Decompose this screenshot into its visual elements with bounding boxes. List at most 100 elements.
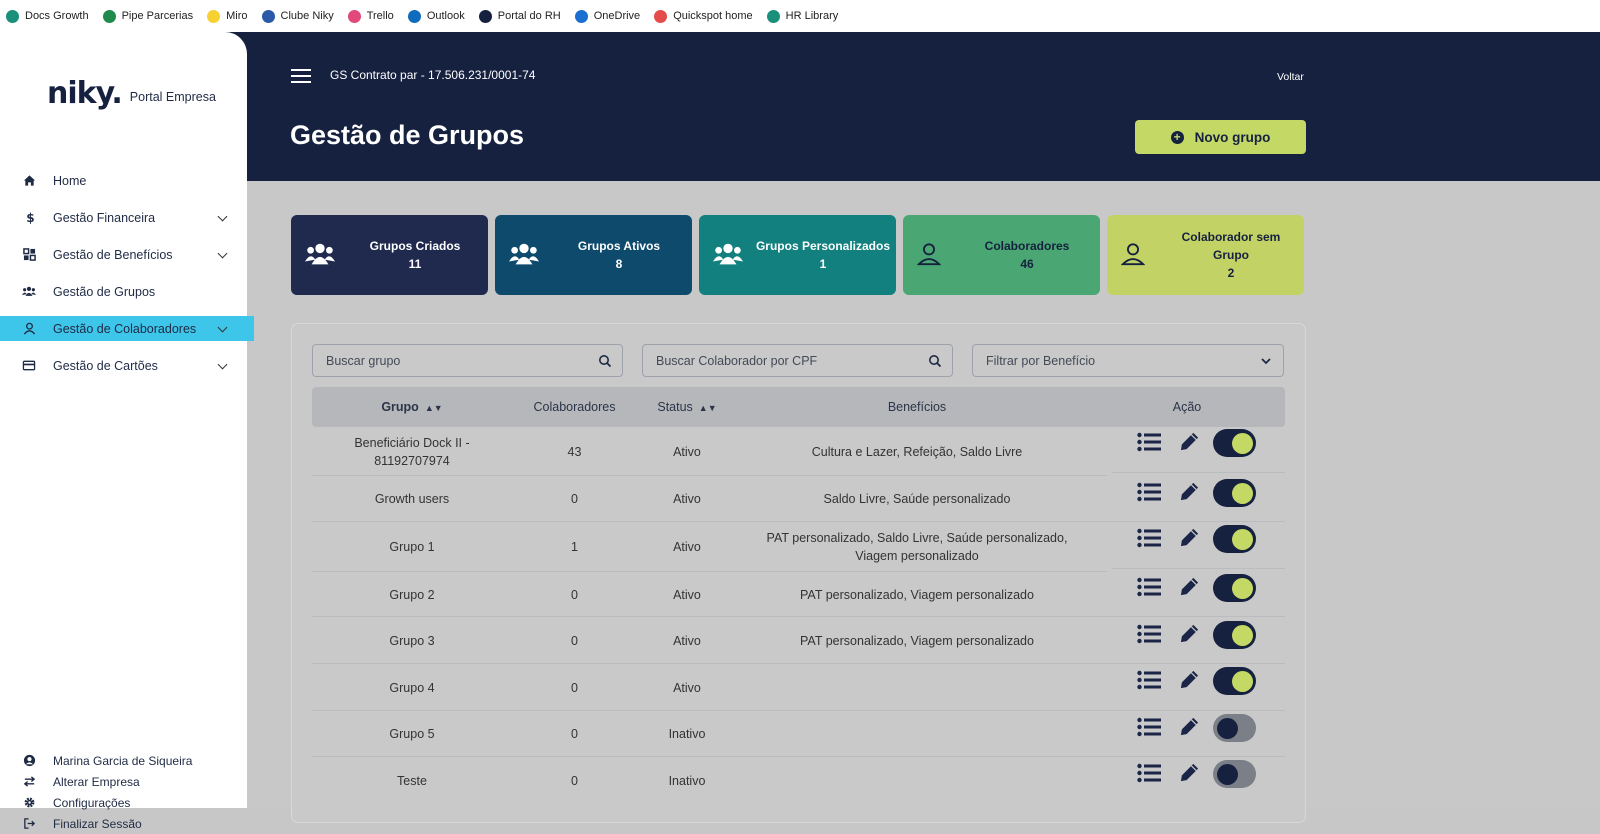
clube-niky-icon xyxy=(261,9,275,23)
status-toggle[interactable] xyxy=(1213,621,1256,649)
chevron-down-icon[interactable] xyxy=(217,322,228,333)
cell-status: Ativo xyxy=(673,681,701,695)
bookmark-8[interactable]: Quickspot home xyxy=(654,9,753,23)
footer-item-2[interactable]: Configurações xyxy=(22,792,192,813)
bookmark-3[interactable]: Clube Niky xyxy=(261,9,334,23)
new-group-button[interactable]: + Novo grupo xyxy=(1135,120,1306,154)
list-icon[interactable] xyxy=(1137,432,1161,455)
users-icon xyxy=(713,241,743,267)
row-actions xyxy=(1137,714,1256,742)
edit-icon[interactable] xyxy=(1179,431,1200,455)
edit-icon[interactable] xyxy=(1179,716,1200,740)
sort-icon[interactable]: ▲▼ xyxy=(699,403,717,413)
bookmark-label: Pipe Parcerias xyxy=(121,10,194,22)
list-icon[interactable] xyxy=(1137,763,1161,786)
card-value: 46 xyxy=(1020,257,1034,271)
list-icon[interactable] xyxy=(1137,717,1161,740)
bookmark-1[interactable]: Pipe Parcerias xyxy=(102,9,194,23)
status-toggle[interactable] xyxy=(1213,574,1256,602)
card-text: Grupos Ativos 8 xyxy=(550,215,688,295)
card-label: Grupos Criados xyxy=(369,239,461,253)
card-label: Colaboradores xyxy=(984,239,1070,253)
sidebar-item-2[interactable]: Gestão de Benefícios xyxy=(0,236,247,273)
edit-icon[interactable] xyxy=(1179,481,1200,505)
sidebar-item-5[interactable]: Gestão de Cartões xyxy=(0,347,247,384)
docs-growth-icon xyxy=(6,9,19,23)
search-group-input[interactable]: Buscar grupo xyxy=(312,344,623,377)
card-value: 8 xyxy=(615,257,623,271)
cell-collaborators: 1 xyxy=(571,540,578,554)
sidebar-nav: Home $ Gestão Financeira Gestão de Benefíci… xyxy=(0,162,254,384)
status-toggle[interactable] xyxy=(1213,667,1256,695)
toggle-knob xyxy=(1232,482,1253,504)
status-toggle[interactable] xyxy=(1213,760,1256,788)
header-collaborators: Colaboradores xyxy=(533,400,616,414)
summary-card-3: Colaboradores 46 xyxy=(903,215,1100,295)
footer-item-0[interactable]: Marina Garcia de Siqueira xyxy=(22,750,192,771)
row-divider xyxy=(1112,472,1285,473)
chevron-down-icon[interactable] xyxy=(217,211,228,222)
cell-collaborators: 0 xyxy=(571,727,578,741)
status-toggle[interactable] xyxy=(1213,429,1256,457)
search-icon xyxy=(929,355,942,368)
cell-group: Grupo 2 xyxy=(389,588,435,602)
benefit-filter-select[interactable]: Filtrar por Benefício xyxy=(972,344,1284,377)
menu-icon[interactable] xyxy=(291,69,311,83)
bookmark-9[interactable]: HR Library xyxy=(766,9,838,23)
back-link[interactable]: Voltar xyxy=(1277,71,1304,83)
card-text: Colaboradores 46 xyxy=(958,215,1096,295)
sidebar-item-label: Gestão de Grupos xyxy=(53,284,156,299)
bookmark-0[interactable]: Docs Growth xyxy=(6,9,89,23)
bookmark-2[interactable]: Miro xyxy=(207,9,248,23)
users-icon xyxy=(509,241,539,267)
bookmark-label: Quickspot home xyxy=(673,10,753,22)
list-icon[interactable] xyxy=(1137,670,1161,693)
row-actions xyxy=(1137,429,1256,457)
bookmark-7[interactable]: OneDrive xyxy=(574,9,641,23)
users-icon xyxy=(22,285,36,299)
footer-item-label: Finalizar Sessão xyxy=(53,816,142,831)
sidebar-item-3[interactable]: Gestão de Grupos xyxy=(0,273,247,310)
cell-benefits: PAT personalizado, Saldo Livre, Saúde pe… xyxy=(766,531,1068,563)
gear-icon xyxy=(22,796,36,810)
outlook-icon xyxy=(407,9,421,23)
list-icon[interactable] xyxy=(1137,624,1161,647)
table-row: Beneficiário Dock II - 81192707974 43 Ativ… xyxy=(312,427,1285,476)
bookmark-6[interactable]: Portal do RH xyxy=(478,9,561,23)
user-icon xyxy=(916,241,947,267)
status-toggle[interactable] xyxy=(1213,714,1256,742)
status-toggle[interactable] xyxy=(1213,525,1256,553)
chevron-down-icon[interactable] xyxy=(217,248,228,259)
list-icon[interactable] xyxy=(1137,577,1161,600)
edit-icon[interactable] xyxy=(1179,623,1200,647)
edit-icon[interactable] xyxy=(1179,762,1200,786)
sidebar-item-4[interactable]: Gestão de Colaboradores xyxy=(0,316,254,341)
footer-item-1[interactable]: Alterar Empresa xyxy=(22,771,192,792)
edit-icon[interactable] xyxy=(1179,527,1200,551)
table-header: Grupo ▲▼ Colaboradores Status ▲▼ Benefício… xyxy=(312,387,1285,427)
toggle-knob xyxy=(1232,670,1253,692)
bookmark-label: OneDrive xyxy=(593,10,641,22)
header-group[interactable]: Grupo ▲▼ xyxy=(312,400,512,414)
header-status[interactable]: Status ▲▼ xyxy=(637,400,737,414)
sidebar-item-1[interactable]: $ Gestão Financeira xyxy=(0,199,247,236)
edit-icon[interactable] xyxy=(1179,576,1200,600)
list-icon[interactable] xyxy=(1137,482,1161,505)
chevron-down-icon[interactable] xyxy=(217,359,228,370)
status-toggle[interactable] xyxy=(1213,479,1256,507)
table-row: Grupo 3 0 Ativo PAT personalizado, Viagem p… xyxy=(312,617,1285,664)
bookmark-4[interactable]: Trello xyxy=(347,9,394,23)
sort-icon[interactable]: ▲▼ xyxy=(425,403,443,413)
card-text: Colaborador sem Grupo 2 xyxy=(1162,215,1300,295)
benefit-filter-label: Filtrar por Benefício xyxy=(986,353,1096,368)
trello-icon xyxy=(347,9,361,23)
edit-icon[interactable] xyxy=(1179,669,1200,693)
sidebar-item-0[interactable]: Home xyxy=(0,162,247,199)
table-row: Grupo 4 0 Ativo xyxy=(312,664,1285,711)
cell-status: Ativo xyxy=(673,540,701,554)
cell-status: Ativo xyxy=(673,634,701,648)
bookmark-5[interactable]: Outlook xyxy=(407,9,465,23)
footer-item-3[interactable]: Finalizar Sessão xyxy=(22,813,192,834)
list-icon[interactable] xyxy=(1137,528,1161,551)
search-cpf-input[interactable]: Buscar Colaborador por CPF xyxy=(642,344,953,377)
